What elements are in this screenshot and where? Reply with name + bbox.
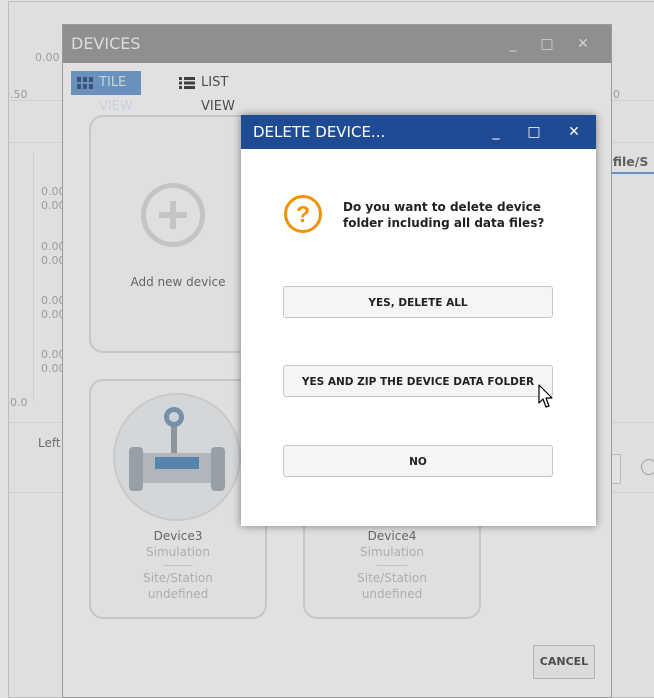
mouse-cursor-icon — [538, 384, 553, 408]
yes-delete-all-button[interactable]: YES, DELETE ALL — [283, 286, 553, 318]
yes-zip-folder-button[interactable]: YES AND ZIP THE DEVICE DATA FOLDER — [283, 365, 553, 397]
question-icon: ? — [284, 195, 322, 233]
minimize-button[interactable]: _ — [481, 115, 511, 149]
maximize-button[interactable]: □ — [519, 115, 549, 149]
delete-device-dialog: DELETE DEVICE... _ □ ✕ ? Do you want to … — [241, 115, 596, 526]
dialog-title-bar: DELETE DEVICE... _ □ ✕ — [241, 115, 596, 149]
no-button[interactable]: NO — [283, 445, 553, 477]
question-text: Do you want to delete device folder incl… — [343, 200, 545, 230]
close-button[interactable]: ✕ — [559, 115, 589, 149]
dialog-title: DELETE DEVICE... — [253, 123, 386, 141]
